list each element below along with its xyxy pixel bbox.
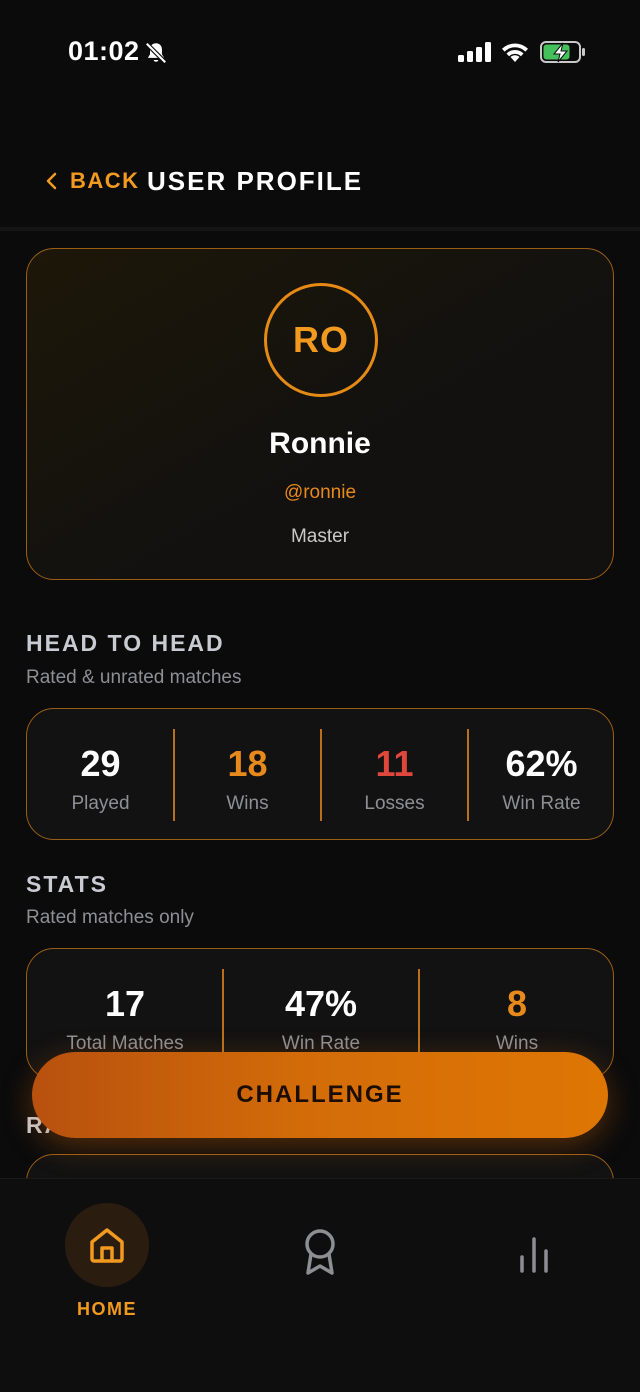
battery-charging-icon	[540, 41, 585, 63]
avatar-initials: RO	[293, 319, 349, 360]
h2h-played-value: 29	[80, 743, 121, 784]
nav-awards[interactable]	[270, 1203, 370, 1333]
h2h-losses-value: 11	[375, 743, 414, 784]
challenge-label: CHALLENGE	[236, 1081, 404, 1108]
chevron-left-icon	[46, 172, 57, 190]
profile-rank: Master	[290, 526, 350, 547]
h2h-wins: 18 Wins	[174, 709, 321, 839]
avatar: RO	[264, 283, 378, 397]
wifi-icon	[502, 43, 528, 62]
status-bar: 01:02	[0, 0, 640, 100]
profile-name: Ronnie	[269, 427, 371, 460]
h2h-wins-value: 18	[227, 743, 268, 784]
nav-stats[interactable]	[484, 1203, 584, 1333]
nav-home-bubble	[65, 1203, 149, 1287]
stats-subtitle: Rated matches only	[26, 907, 194, 928]
h2h-played-label: Played	[71, 793, 130, 814]
back-label: BACK	[70, 168, 140, 193]
h2h-losses: 11 Losses	[321, 709, 468, 839]
bottom-nav: HOME	[0, 1178, 640, 1392]
status-time: 01:02	[68, 36, 140, 66]
head-to-head-title: HEAD TO HEAD	[26, 630, 225, 656]
stats-total-matches-value: 17	[104, 983, 146, 1024]
top-header: BACK USER PROFILE	[0, 150, 640, 220]
home-icon	[90, 1228, 124, 1263]
head-to-head-card: 29 Played 18 Wins 11 Losses 62% Win Rate	[26, 708, 614, 840]
h2h-played: 29 Played	[27, 709, 174, 839]
stats-win-rate-value: 47%	[284, 983, 358, 1024]
head-to-head-subtitle: Rated & unrated matches	[26, 667, 242, 688]
bar-chart-icon	[520, 1237, 548, 1273]
bell-slash-icon	[145, 42, 167, 64]
cellular-signal-icon	[458, 42, 491, 62]
profile-card: RO Ronnie @ronnie Master	[26, 248, 614, 580]
page-title: USER PROFILE	[147, 166, 364, 196]
award-icon	[305, 1229, 335, 1275]
profile-handle: @ronnie	[283, 482, 357, 503]
h2h-win-rate-label: Win Rate	[502, 793, 581, 814]
nav-home[interactable]: HOME	[57, 1203, 157, 1333]
h2h-wins-label: Wins	[226, 793, 269, 814]
h2h-win-rate: 62% Win Rate	[468, 709, 613, 839]
stats-title: STATS	[26, 871, 108, 897]
stats-wins-value: 8	[506, 983, 528, 1024]
back-button[interactable]: BACK	[44, 168, 140, 194]
h2h-losses-label: Losses	[364, 793, 425, 814]
nav-home-label: HOME	[77, 1299, 137, 1319]
header-divider	[0, 227, 640, 231]
h2h-win-rate-value: 62%	[505, 743, 578, 784]
challenge-button[interactable]: CHALLENGE	[32, 1052, 608, 1138]
